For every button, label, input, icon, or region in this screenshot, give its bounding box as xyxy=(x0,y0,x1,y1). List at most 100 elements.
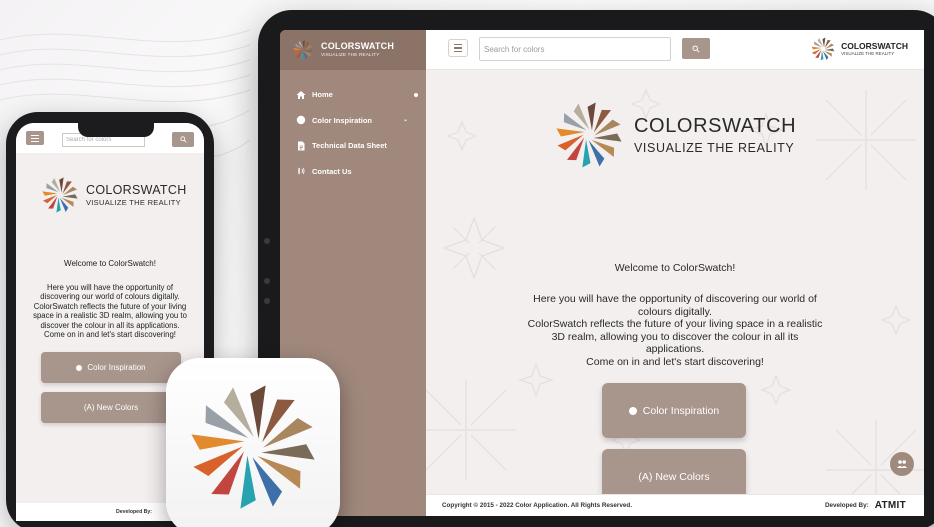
sidebar-item-label: Technical Data Sheet xyxy=(312,141,387,151)
search-icon xyxy=(179,136,187,143)
intro-line: colours digitally. xyxy=(638,305,712,318)
developer-credit: Developed By: ATMIT xyxy=(825,500,906,511)
sidebar-item-technical-data-sheet[interactable]: Technical Data Sheet xyxy=(280,133,426,159)
logo-petal xyxy=(820,50,824,61)
sidebar-item-label: Contact Us xyxy=(312,166,352,176)
circle-icon xyxy=(628,406,637,415)
logo-petal xyxy=(293,48,302,51)
footer: Copyright © 2015 - 2022 Color Applicatio… xyxy=(426,494,924,516)
tablet-sensor xyxy=(264,298,270,304)
search-button[interactable] xyxy=(172,132,194,147)
logo-petal xyxy=(302,40,305,49)
hero-logo: COLORSWATCH VISUALIZE THE REALITY xyxy=(552,98,796,172)
logo-petal xyxy=(811,46,822,50)
logo-petal xyxy=(42,191,58,196)
colorswatch-logo-icon xyxy=(811,37,835,61)
button-label: Color Inspiration xyxy=(642,404,720,417)
new-colors-button[interactable]: (A) New Colors xyxy=(41,392,181,423)
logo-petal xyxy=(304,49,313,52)
hamburger-menu-icon[interactable] xyxy=(26,131,44,145)
tablet-camera xyxy=(264,238,270,244)
logo-petal xyxy=(301,51,304,60)
circle-icon xyxy=(296,115,306,125)
intro-line: discover the colour in all its applicati… xyxy=(40,320,180,330)
search-input[interactable] xyxy=(479,37,671,61)
sidebar-item-color-inspiration[interactable]: Color Inspiration ⌄ xyxy=(280,108,426,134)
logo-petal xyxy=(191,434,245,450)
tablet-sensor xyxy=(264,278,270,284)
active-indicator xyxy=(414,93,418,97)
logo-petal xyxy=(59,177,64,193)
logo-petal xyxy=(593,133,622,142)
hero-brand-name: COLORSWATCH xyxy=(634,114,797,137)
colorswatch-logo-icon xyxy=(293,40,313,60)
sidebar-item-home[interactable]: Home xyxy=(280,82,426,108)
logo-petal xyxy=(822,37,826,48)
button-label: (A) New Colors xyxy=(83,403,139,412)
developer-logo[interactable]: ATMIT xyxy=(875,500,906,511)
logo-petal xyxy=(62,194,78,199)
intro-line: discovering our world of colours digital… xyxy=(40,292,180,302)
intro-line: Here you will have the opportunity of xyxy=(46,283,174,292)
color-inspiration-button[interactable]: Color Inspiration xyxy=(41,352,181,383)
intro-line: applications. xyxy=(645,343,705,356)
sidebar-brand[interactable]: COLORSWATCH VISUALIZE THE REALITY xyxy=(280,30,426,70)
logo-petal xyxy=(250,385,266,439)
logo-petal xyxy=(56,197,61,213)
button-label: Color Inspiration xyxy=(87,363,146,372)
colorswatch-logo-icon xyxy=(556,102,622,168)
circle-icon xyxy=(76,364,83,371)
document-icon xyxy=(296,141,306,151)
colorswatch-logo-icon xyxy=(191,385,315,509)
hero-brand-tagline: VISUALIZE THE REALITY xyxy=(634,140,795,155)
brand-name: COLORSWATCH xyxy=(841,40,908,51)
phone-hero-logo: COLORSWATCH VISUALIZE THE REALITY xyxy=(40,175,187,215)
hero-brand-name: COLORSWATCH xyxy=(86,182,187,197)
colorswatch-logo-icon xyxy=(42,177,78,213)
logo-petal xyxy=(582,139,591,168)
people-icon xyxy=(897,460,907,468)
logo-petal xyxy=(261,444,315,460)
welcome-heading: Welcome to ColorSwatch! xyxy=(64,259,156,268)
welcome-heading: Welcome to ColorSwatch! xyxy=(614,262,736,274)
home-icon xyxy=(296,90,306,100)
new-colors-button[interactable]: (A) New Colors xyxy=(602,449,746,494)
logo-petal xyxy=(240,455,256,509)
developed-by-label: Developed By: xyxy=(824,502,869,509)
app-icon[interactable] xyxy=(166,358,340,527)
sidebar-item-label: Home xyxy=(312,90,333,100)
search-icon xyxy=(692,44,700,53)
hero-brand-tagline: VISUALIZE THE REALITY xyxy=(86,198,181,207)
intro-text: Here you will have the opportunity of di… xyxy=(522,293,828,369)
brand-tagline: VISUALIZE THE REALITY xyxy=(321,52,380,58)
intro-text: Here you will have the opportunity of di… xyxy=(22,283,198,339)
color-inspiration-button[interactable]: Color Inspiration xyxy=(602,383,746,438)
chevron-down-icon: ⌄ xyxy=(402,116,408,123)
hamburger-menu-icon[interactable] xyxy=(448,39,468,57)
logo-petal xyxy=(556,128,585,137)
intro-line: ColorSwatch reflects the future of your … xyxy=(33,301,187,311)
intro-line: Here you will have the opportunity of di… xyxy=(533,293,817,305)
sidebar-item-label: Color Inspiration xyxy=(312,115,372,125)
floating-action-button[interactable] xyxy=(890,452,914,476)
header-brand[interactable]: COLORSWATCH VISUALIZE THE REALITY xyxy=(810,36,908,62)
intro-line: ColorSwatch reflects the future of your … xyxy=(527,318,823,331)
logo-petal xyxy=(824,48,835,52)
intro-line: Come on in and let's start discovering! xyxy=(44,330,176,340)
search-button[interactable] xyxy=(682,38,710,59)
logo-petal xyxy=(587,102,596,131)
button-label: (A) New Colors xyxy=(638,470,710,483)
sidebar-nav: Home Color Inspiration ⌄ Technical Data … xyxy=(280,70,426,184)
brand-tagline: VISUALIZE THE REALITY xyxy=(841,51,895,56)
intro-line: 3D realm, allowing you to discover the c… xyxy=(551,330,799,343)
brand-name: COLORSWATCH xyxy=(321,41,395,52)
developed-by-label: Developed By: xyxy=(116,509,153,515)
tablet-screen: COLORSWATCH VISUALIZE THE REALITY Home C… xyxy=(280,30,924,516)
intro-line: space in a realistic 3D realm, allowing … xyxy=(33,311,187,321)
phone-notch xyxy=(78,123,154,137)
phone-contact-icon xyxy=(296,166,306,176)
intro-line: Come on in and let's start discovering! xyxy=(586,355,764,368)
top-bar: COLORSWATCH VISUALIZE THE REALITY xyxy=(426,30,924,70)
sidebar-item-contact-us[interactable]: Contact Us xyxy=(280,159,426,185)
copyright-text: Copyright © 2015 - 2022 Color Applicatio… xyxy=(442,502,632,509)
